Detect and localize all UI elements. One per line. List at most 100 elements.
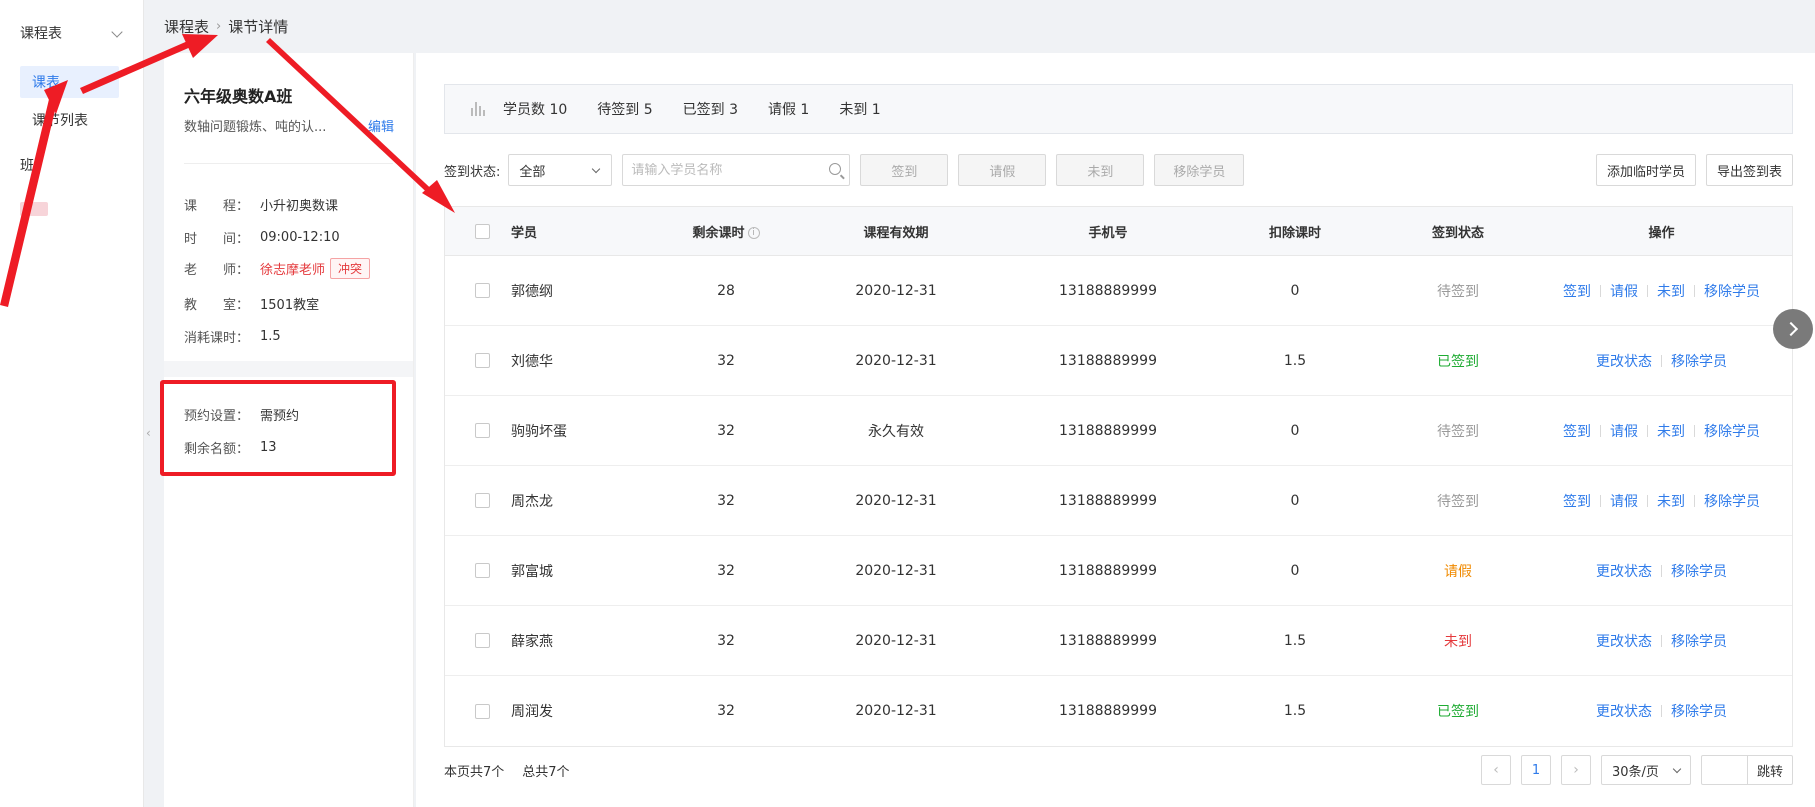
info-row-room: 教 室： 1501教室	[184, 294, 319, 313]
cell-phone: 13188889999	[1059, 422, 1157, 439]
row-checkbox[interactable]	[475, 493, 490, 508]
table-footer: 本页共7个 总共7个 ‹ 1 › 30条/页 跳转	[444, 753, 1793, 787]
info-row-teacher: 老 师： 徐志摩老师 冲突	[184, 258, 371, 279]
breadcrumb-root[interactable]: 课程表	[164, 16, 209, 37]
info-key: 教 室：	[184, 298, 250, 313]
sign-link[interactable]: 签到	[1563, 491, 1591, 511]
cell-status: 待签到	[1437, 493, 1479, 510]
cell-phone: 13188889999	[1059, 703, 1157, 719]
section-divider	[164, 361, 413, 377]
row-checkbox[interactable]	[475, 423, 490, 438]
batch-absent-button[interactable]: 未到	[1056, 154, 1145, 186]
row-checkbox[interactable]	[475, 633, 490, 648]
cell-status: 请假	[1444, 563, 1472, 580]
next-page-icon[interactable]: ›	[1561, 755, 1591, 785]
batch-leave-button[interactable]: 请假	[958, 154, 1047, 186]
search-icon[interactable]	[829, 163, 842, 175]
table-row: 周杰龙 32 2020-12-31 13188889999 0 待签到 签到 请…	[445, 466, 1792, 536]
change-status-link[interactable]: 更改状态	[1596, 631, 1652, 651]
cell-name: 刘德华	[511, 353, 553, 370]
sign-link[interactable]: 签到	[1563, 421, 1591, 441]
chevron-right-icon[interactable]	[1773, 309, 1813, 349]
chevron-down-icon	[592, 164, 601, 174]
cell-remaining: 32	[717, 703, 735, 719]
collapse-panel-icon[interactable]: ‹	[146, 426, 151, 440]
cell-status: 未到	[1444, 633, 1472, 650]
remove-link[interactable]: 移除学员	[1704, 281, 1760, 301]
row-actions: 签到 请假 未到 移除学员	[1531, 421, 1792, 441]
row-checkbox[interactable]	[475, 703, 490, 719]
goto-button[interactable]: 跳转	[1748, 761, 1792, 780]
change-status-link[interactable]: 更改状态	[1596, 351, 1652, 371]
cell-name: 周杰龙	[511, 493, 553, 510]
remove-link[interactable]: 移除学员	[1671, 631, 1727, 651]
add-temp-student-button[interactable]: 添加临时学员	[1595, 154, 1696, 186]
nav-badge	[20, 202, 48, 216]
divider	[184, 163, 393, 164]
nav-item-schedule[interactable]: 课表	[20, 66, 119, 98]
select-all-checkbox[interactable]	[475, 223, 490, 239]
cell-status: 已签到	[1437, 353, 1479, 370]
table-row: 周润发 32 2020-12-31 13188889999 1.5 已签到 更改…	[445, 676, 1792, 746]
conflict-badge: 冲突	[330, 258, 371, 279]
row-checkbox[interactable]	[475, 353, 490, 368]
nav-group-class[interactable]: 班	[20, 155, 34, 175]
cell-valid: 2020-12-31	[855, 632, 937, 649]
edit-link[interactable]: 编辑	[368, 116, 394, 135]
remove-link[interactable]: 移除学员	[1671, 561, 1727, 581]
nav-group-schedule[interactable]: 课程表	[0, 0, 143, 66]
leave-link[interactable]: 请假	[1610, 491, 1638, 511]
row-actions: 签到 请假 未到 移除学员	[1531, 281, 1792, 301]
goto-input[interactable]	[1702, 756, 1748, 784]
sign-link[interactable]: 签到	[1563, 281, 1591, 301]
export-button[interactable]: 导出签到表	[1705, 154, 1793, 186]
remove-link[interactable]: 移除学员	[1704, 421, 1760, 441]
col-remaining-label: 剩余课时	[692, 225, 745, 241]
info-icon[interactable]: i	[747, 227, 760, 239]
info-value: 小升初奥数课	[260, 199, 339, 214]
bar-chart-icon	[471, 102, 485, 116]
info-value: 1501教室	[260, 298, 320, 313]
table-header: 学员 剩余课时 i 课程有效期 手机号 扣除课时 签到状态 操作	[445, 207, 1792, 256]
row-checkbox[interactable]	[475, 563, 490, 578]
page-size-select[interactable]: 30条/页	[1601, 755, 1691, 785]
status-filter-select[interactable]: 全部	[508, 154, 613, 186]
page-button[interactable]: 1	[1521, 755, 1551, 785]
change-status-link[interactable]: 更改状态	[1596, 701, 1652, 721]
cell-name: 周润发	[511, 704, 553, 720]
cell-phone: 13188889999	[1059, 352, 1157, 369]
filter-label: 签到状态:	[444, 164, 501, 180]
select-value: 全部	[519, 164, 546, 180]
search-input[interactable]	[631, 162, 812, 178]
row-actions: 更改状态 移除学员	[1531, 351, 1792, 371]
info-key: 消耗课时：	[184, 331, 250, 346]
table-row: 驹驹坏蛋 32 永久有效 13188889999 0 待签到 签到 请假 未到 …	[445, 396, 1792, 466]
leave-link[interactable]: 请假	[1610, 421, 1638, 441]
col-deduct: 扣除课时	[1268, 225, 1321, 241]
class-title: 六年级奥数A班	[184, 87, 293, 106]
absent-link[interactable]: 未到	[1657, 281, 1685, 301]
change-status-link[interactable]: 更改状态	[1596, 561, 1652, 581]
batch-remove-button[interactable]: 移除学员	[1154, 154, 1245, 186]
nav-item-lesson-list[interactable]: 课节列表	[32, 110, 88, 130]
info-row-course: 课 程： 小升初奥数课	[184, 195, 338, 214]
remove-link[interactable]: 移除学员	[1704, 491, 1760, 511]
col-remaining: 剩余课时 i	[671, 222, 781, 241]
remove-link[interactable]: 移除学员	[1671, 351, 1727, 371]
stat-leave: 请假 1	[767, 102, 810, 118]
absent-link[interactable]: 未到	[1657, 491, 1685, 511]
prev-page-icon[interactable]: ‹	[1481, 755, 1511, 785]
leave-link[interactable]: 请假	[1610, 281, 1638, 301]
cell-deduct: 1.5	[1283, 632, 1307, 649]
side-nav: 课程表 课表 课节列表 班	[0, 0, 144, 807]
row-actions: 签到 请假 未到 移除学员	[1531, 491, 1792, 511]
col-status: 签到状态	[1431, 225, 1484, 241]
cell-status: 已签到	[1437, 704, 1479, 720]
main-content: 学员数 10 待签到 5 已签到 3 请假 1 未到 1 签到状态: 全部 签到…	[416, 53, 1815, 807]
total-count: 总共7个	[522, 764, 570, 780]
row-actions: 更改状态 移除学员	[1531, 561, 1792, 581]
row-checkbox[interactable]	[475, 283, 490, 298]
batch-sign-button[interactable]: 签到	[860, 154, 949, 186]
absent-link[interactable]: 未到	[1657, 421, 1685, 441]
remove-link[interactable]: 移除学员	[1671, 701, 1727, 721]
